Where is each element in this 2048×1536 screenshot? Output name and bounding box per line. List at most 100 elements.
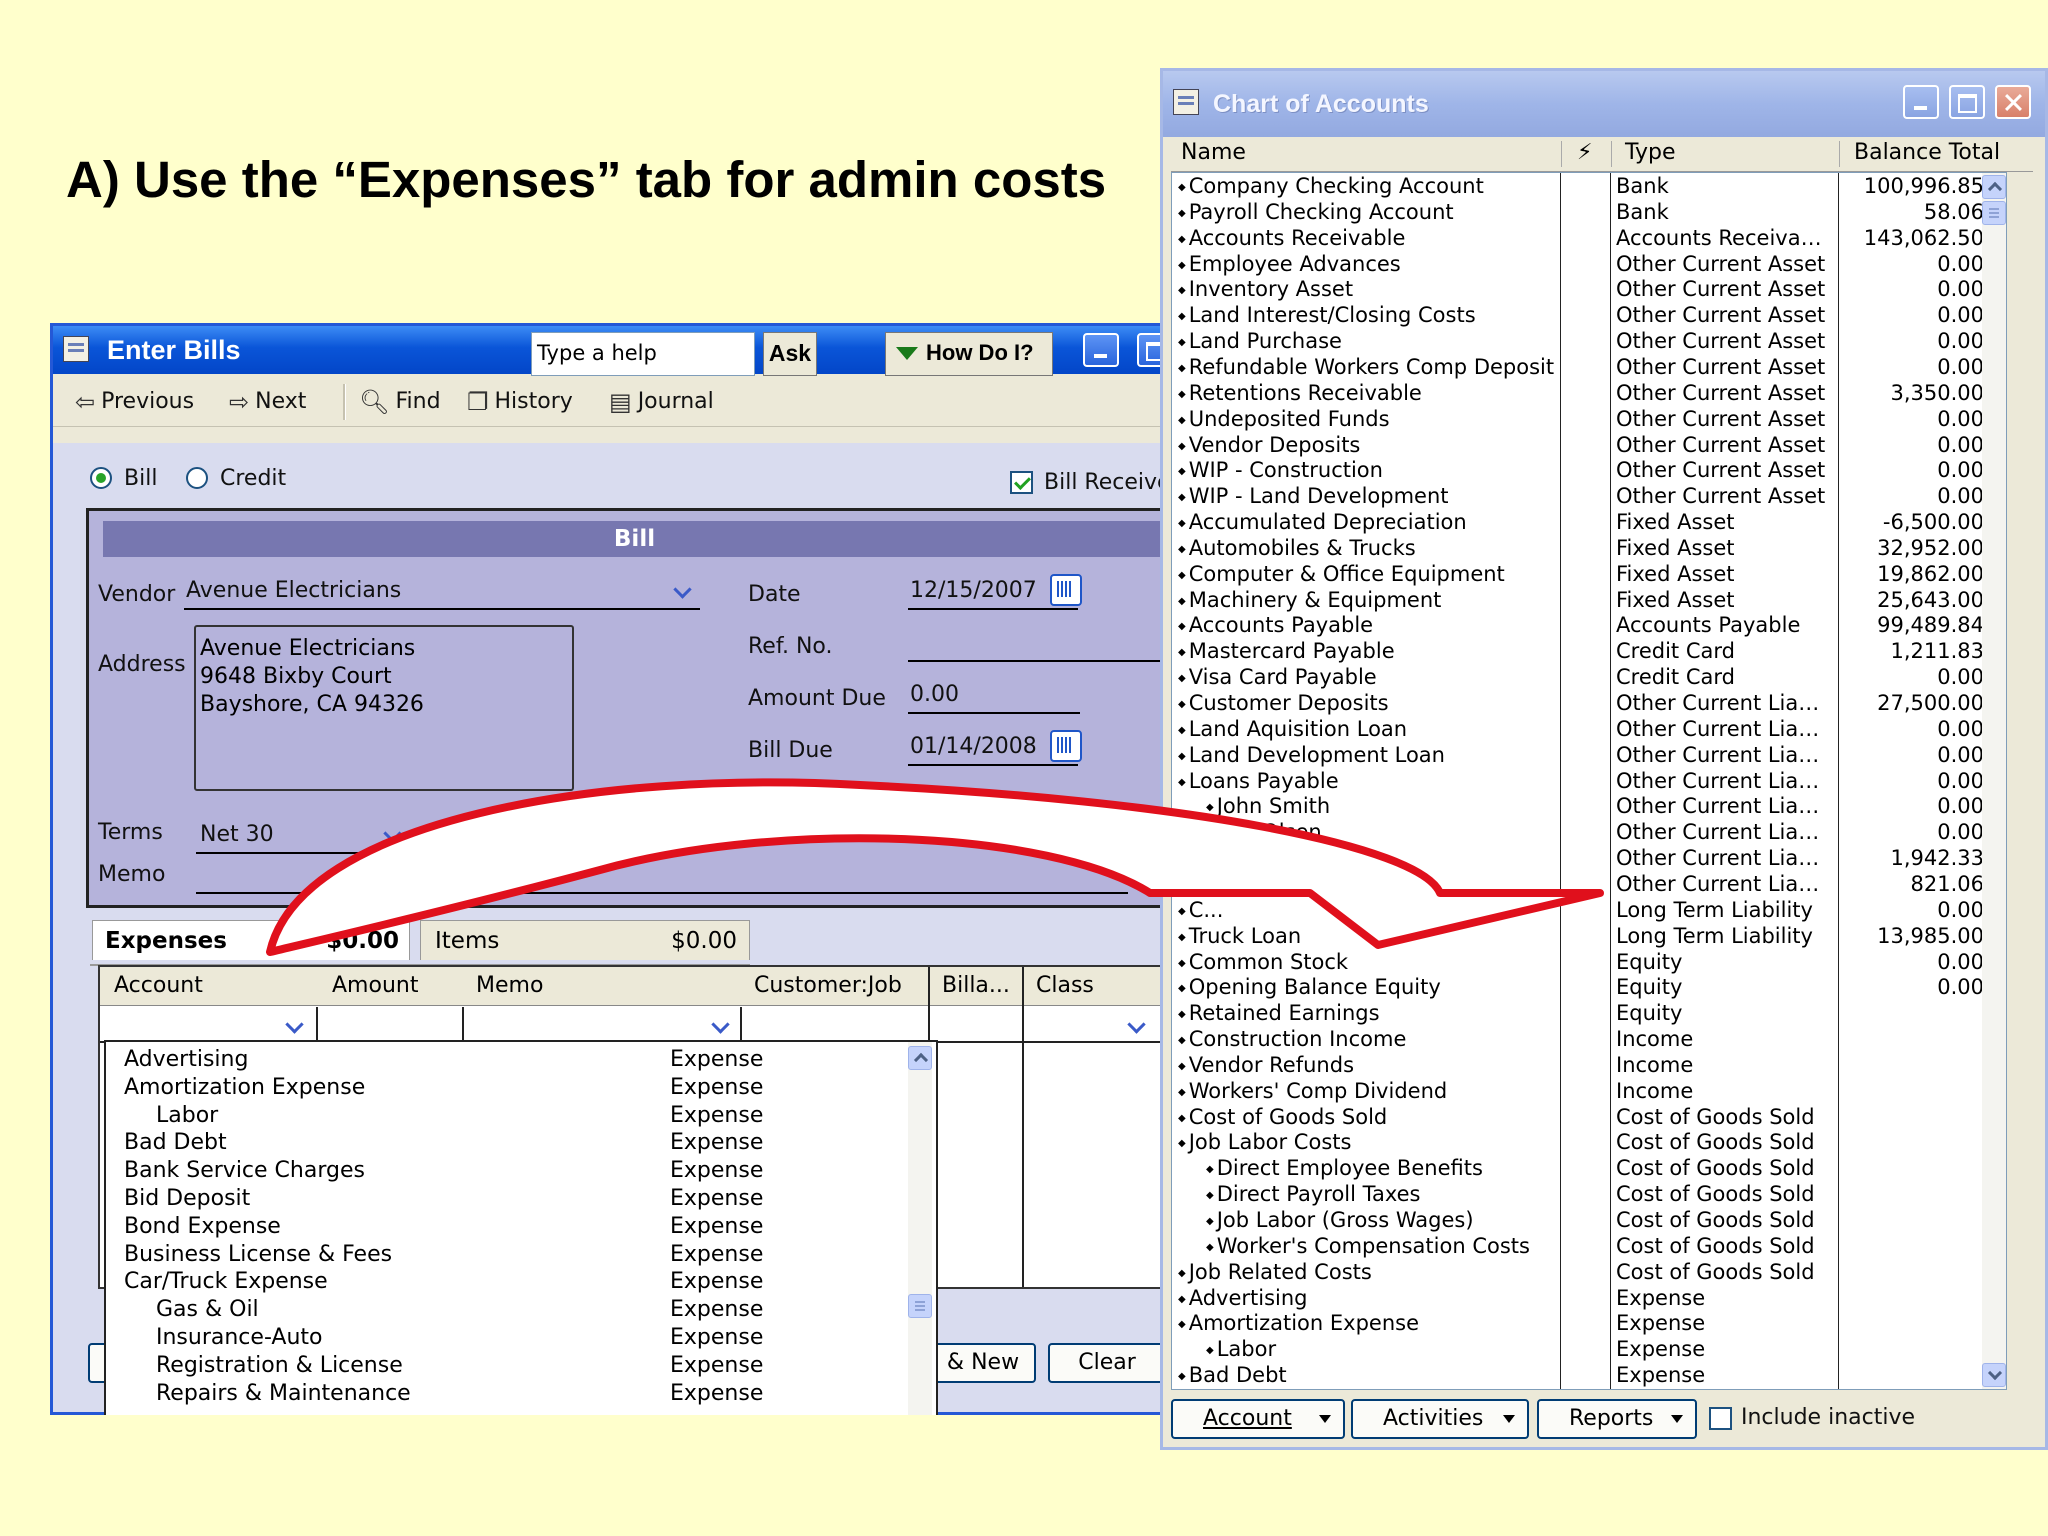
credit-radio[interactable] [186, 467, 208, 489]
ask-button[interactable]: Ask [763, 332, 817, 376]
coa-col-name[interactable]: Name [1181, 140, 1246, 165]
bill-due-field[interactable]: 01/14/2008 [910, 734, 1037, 759]
coa-account-row[interactable]: Retentions Receivable Other Current Asset… [1172, 380, 2006, 406]
history-button[interactable]: ❐ History [467, 388, 573, 416]
coa-account-row[interactable]: Advertising Expense [1172, 1285, 2006, 1311]
ref-no-field[interactable] [908, 660, 1166, 662]
coa-account-row[interactable]: Vendor Deposits Other Current Asset 0.00 [1172, 432, 2006, 458]
coa-account-row[interactable]: Land Development Loan Other Current Liabi… [1172, 742, 2006, 768]
coa-account-row[interactable]: Job Labor (Gross Wages) Cost of Goods Sol… [1172, 1207, 2006, 1233]
coa-col-type[interactable]: Type [1625, 140, 1676, 165]
coa-account-row[interactable]: Amortization Expense Expense [1172, 1310, 2006, 1336]
account-option[interactable]: Advertising Expense [106, 1046, 906, 1074]
coa-account-row[interactable]: Accumulated Depreciation Fixed Asset -6,50… [1172, 509, 2006, 535]
minimize-button[interactable] [1083, 333, 1119, 367]
bill-radio[interactable] [90, 467, 112, 489]
vendor-dropdown-icon[interactable] [668, 574, 698, 606]
account-option[interactable]: Bond Expense Expense [106, 1213, 906, 1241]
coa-account-row[interactable]: Opening Balance Equity Equity 0.00 [1172, 974, 2006, 1000]
account-list-scrollbar[interactable] [908, 1042, 932, 1415]
coa-account-row[interactable]: ...le Olsen Other Current Liabi... 0.00 [1172, 819, 2006, 845]
account-option[interactable]: Insurance-Auto Expense [106, 1324, 906, 1352]
account-menu-button[interactable]: Account [1171, 1399, 1345, 1439]
coa-scroll-up-icon[interactable] [1982, 175, 2006, 199]
coa-account-row[interactable]: Common Stock Equity 0.00 [1172, 949, 2006, 975]
tab-items[interactable]: Items $0.00 [420, 920, 750, 960]
col-memo[interactable]: Memo [476, 973, 543, 998]
class-dropdown-icon[interactable] [1122, 1009, 1152, 1041]
coa-account-row[interactable]: Inventory Asset Other Current Asset 0.00 [1172, 276, 2006, 302]
coa-account-row[interactable]: Land Interest/Closing Costs Other Current… [1172, 302, 2006, 328]
coa-account-row[interactable]: Mastercard Payable Credit Card 1,211.83 [1172, 638, 2006, 664]
scroll-thumb[interactable] [908, 1294, 932, 1318]
account-option[interactable]: Registration & License Expense [106, 1352, 906, 1380]
col-amount[interactable]: Amount [332, 973, 418, 998]
journal-button[interactable]: ▤ Journal [609, 388, 714, 416]
coa-account-row[interactable]: C... Long Term Liability 0.00 [1172, 897, 2006, 923]
terms-field[interactable]: Net 30 [200, 822, 274, 847]
coa-account-row[interactable]: Accounts Receivable Accounts Receivable 14… [1172, 225, 2006, 251]
coa-account-row[interactable]: Employee Advances Other Current Asset 0.00 [1172, 251, 2006, 277]
account-option[interactable]: Bank Service Charges Expense [106, 1157, 906, 1185]
coa-close-button[interactable] [1995, 85, 2031, 119]
account-option[interactable]: Bid Deposit Expense [106, 1185, 906, 1213]
coa-account-row[interactable]: Direct Employee Benefits Cost of Goods So… [1172, 1155, 2006, 1181]
coa-scroll-down-icon[interactable] [1982, 1363, 2006, 1387]
account-option[interactable]: Amortization Expense Expense [106, 1074, 906, 1102]
memo-field[interactable] [196, 892, 1128, 894]
vendor-field[interactable]: Avenue Electricians [186, 578, 401, 603]
coa-account-row[interactable]: Retained Earnings Equity [1172, 1000, 2006, 1026]
account-option[interactable]: Gas & Oil Expense [106, 1296, 906, 1324]
tab-expenses[interactable]: Expenses $0.00 [92, 920, 410, 960]
coa-maximize-button[interactable] [1949, 85, 1985, 119]
scroll-up-icon[interactable] [908, 1046, 932, 1070]
coa-account-row[interactable]: Worker's Compensation Costs Cost of Goods… [1172, 1233, 2006, 1259]
col-billable[interactable]: Billa... [942, 973, 1010, 998]
coa-account-row[interactable]: Job Related Costs Cost of Goods Sold [1172, 1259, 2006, 1285]
address-box[interactable]: Avenue Electricians 9648 Bixby Court Bay… [194, 625, 574, 791]
coa-account-row[interactable]: Payroll Checking Account Bank 58.06 [1172, 199, 2006, 225]
enter-bills-titlebar[interactable]: Enter Bills Type a help question Ask How… [53, 326, 1173, 405]
coa-minimize-button[interactable] [1903, 85, 1939, 119]
clear-button[interactable]: Clear [1048, 1343, 1166, 1383]
coa-account-row[interactable]: Machinery & Equipment Fixed Asset 25,643.0… [1172, 587, 2006, 613]
bill-due-calendar-icon[interactable] [1050, 730, 1082, 762]
col-class[interactable]: Class [1036, 973, 1094, 998]
coa-account-row[interactable]: Construction Income Income [1172, 1026, 2006, 1052]
coa-account-row[interactable]: Truck Loan Long Term Liability 13,985.00 [1172, 923, 2006, 949]
coa-account-row[interactable]: Cost of Goods Sold Cost of Goods Sold [1172, 1104, 2006, 1130]
coa-account-row[interactable]: Labor Expense [1172, 1336, 2006, 1362]
bill-received-checkbox[interactable] [1010, 471, 1033, 494]
col-customer-job[interactable]: Customer:Job [754, 973, 902, 998]
activities-menu-button[interactable]: Activities [1351, 1399, 1529, 1439]
date-calendar-icon[interactable] [1050, 574, 1082, 606]
coa-account-row[interactable]: Wor... Other Current Liabi... 821.06 [1172, 871, 2006, 897]
coa-account-row[interactable]: John Smith Other Current Liabi... 0.00 [1172, 793, 2006, 819]
expense-entry-row[interactable] [100, 1007, 1168, 1043]
coa-account-row[interactable]: Loans Payable Other Current Liabi... 0.00 [1172, 768, 2006, 794]
coa-scroll-thumb[interactable] [1982, 201, 2006, 225]
save-new-button[interactable]: & New [930, 1343, 1036, 1383]
reports-menu-button[interactable]: Reports [1537, 1399, 1697, 1439]
coa-account-row[interactable]: Land Aquisition Loan Other Current Liabi.… [1172, 716, 2006, 742]
coa-col-balance[interactable]: Balance Total [1854, 140, 2000, 165]
coa-account-row[interactable]: Workers' Comp Dividend Income [1172, 1078, 2006, 1104]
coa-account-row[interactable]: Land Purchase Other Current Asset 0.00 [1172, 328, 2006, 354]
coa-scrollbar[interactable] [1982, 173, 2006, 1389]
coa-account-row[interactable]: Automobiles & Trucks Fixed Asset 32,952.00 [1172, 535, 2006, 561]
include-inactive-checkbox[interactable] [1709, 1407, 1732, 1430]
coa-account-row[interactable]: Refundable Workers Comp Deposit Other Cur… [1172, 354, 2006, 380]
coa-account-row[interactable]: Undeposited Funds Other Current Asset 0.00 [1172, 406, 2006, 432]
account-option[interactable]: Business License & Fees Expense [106, 1241, 906, 1269]
coa-account-row[interactable]: Other Current Liabi... 1,942.33 [1172, 845, 2006, 871]
coa-account-row[interactable]: Visa Card Payable Credit Card 0.00 [1172, 664, 2006, 690]
previous-button[interactable]: ⇦ Previous [75, 388, 194, 416]
date-field[interactable]: 12/15/2007 [910, 578, 1037, 603]
coa-account-row[interactable]: Bad Debt Expense [1172, 1362, 2006, 1388]
coa-account-row[interactable]: Direct Payroll Taxes Cost of Goods Sold [1172, 1181, 2006, 1207]
account-option[interactable]: Car/Truck Expense Expense [106, 1268, 906, 1296]
find-button[interactable]: 🔍︎ Find [359, 388, 441, 416]
col-account[interactable]: Account [114, 973, 203, 998]
account-option[interactable]: Labor Expense [106, 1102, 906, 1130]
help-question-input[interactable]: Type a help question [531, 332, 755, 405]
